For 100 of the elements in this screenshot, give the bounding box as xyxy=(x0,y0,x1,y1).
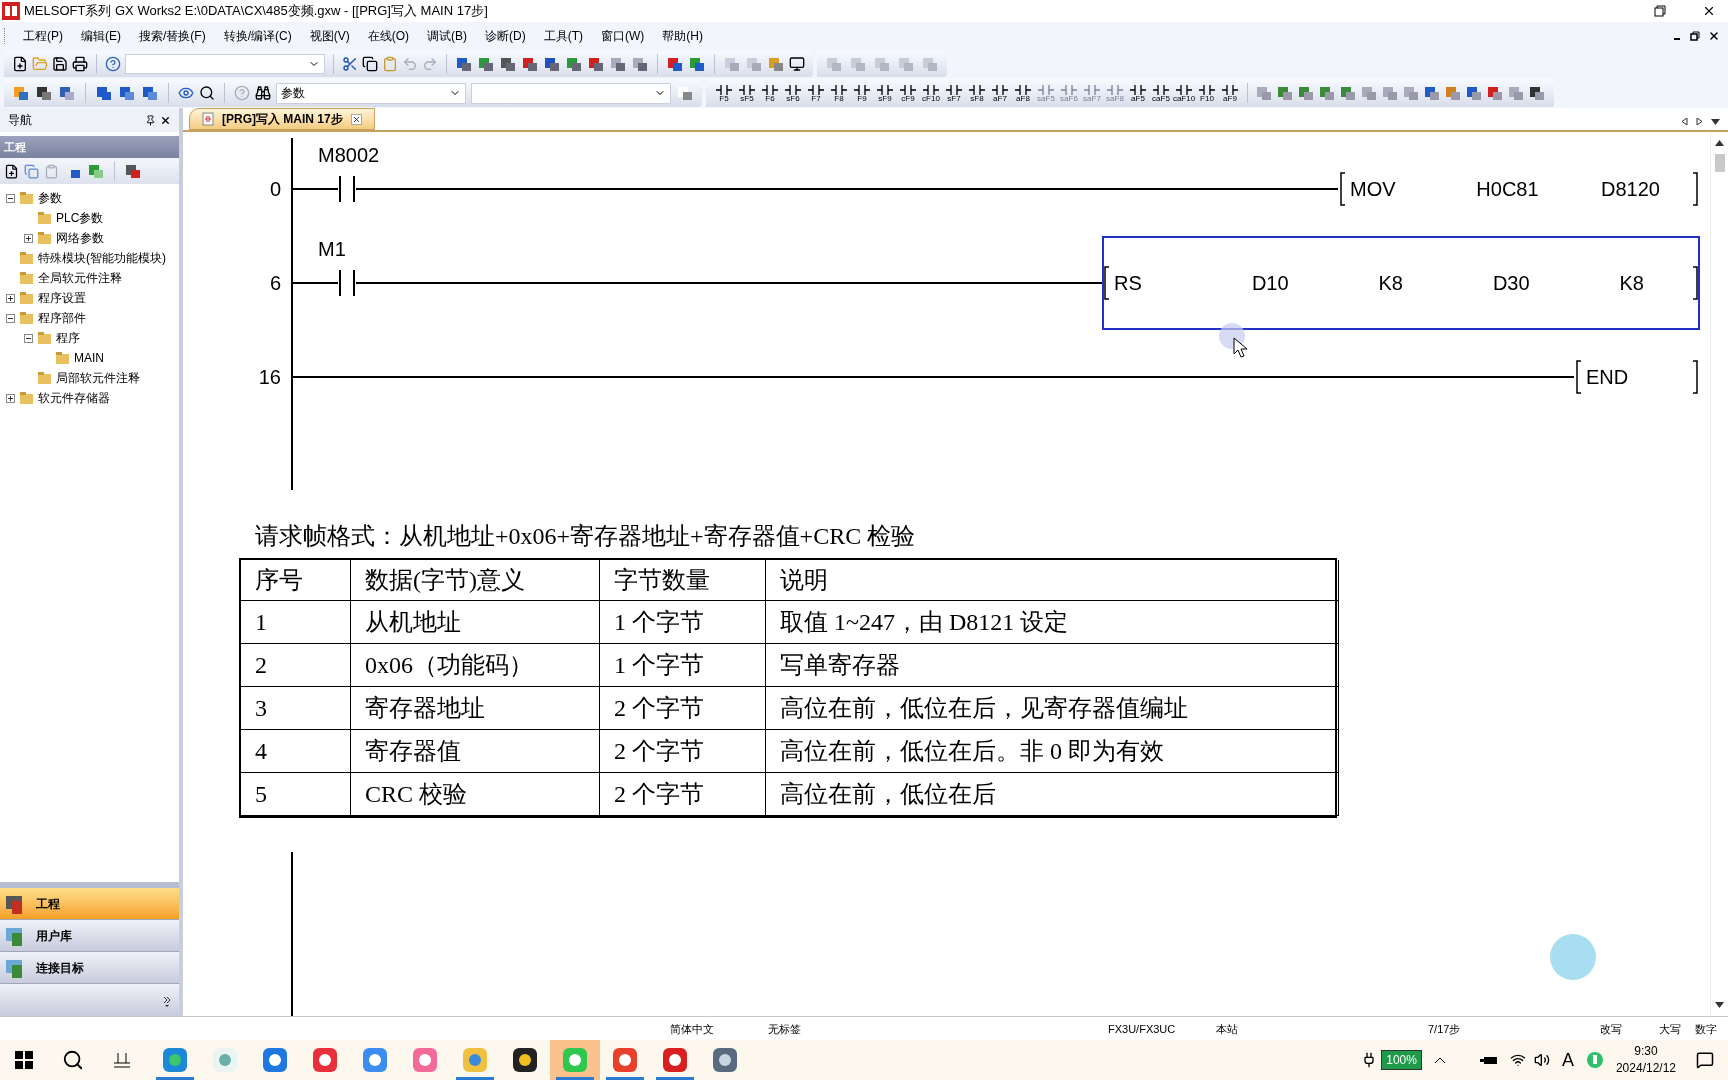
dropdown-field[interactable] xyxy=(125,54,325,74)
search-icon[interactable] xyxy=(199,85,215,101)
device-tool-icon[interactable] xyxy=(141,84,159,102)
monitor-icon[interactable] xyxy=(789,56,805,72)
wifi-icon[interactable] xyxy=(1509,1052,1526,1068)
document-tab[interactable]: [PRG]写入 MAIN 17步 xyxy=(189,108,375,130)
scroll-right-icon[interactable] xyxy=(1696,117,1703,126)
scrollbar-thumb[interactable] xyxy=(1714,154,1725,172)
dropdown-field[interactable]: 参数 xyxy=(276,82,466,104)
ladder-tool-icon[interactable] xyxy=(455,55,473,73)
instruction-block[interactable]: MOV H0C81 D8120 xyxy=(1338,142,1700,236)
tree-item[interactable]: 网络参数 xyxy=(56,229,104,247)
menu-item[interactable]: 帮助(H) xyxy=(653,27,712,45)
device-tool-icon[interactable] xyxy=(688,55,706,73)
close-icon[interactable] xyxy=(160,114,171,126)
expand-icon[interactable] xyxy=(6,293,15,303)
menu-item[interactable]: 工程(P) xyxy=(14,27,72,45)
collapse-icon[interactable] xyxy=(24,333,33,343)
tree-item[interactable]: 参数 xyxy=(38,189,62,207)
vertical-scrollbar[interactable] xyxy=(1710,132,1728,1016)
restore-icon[interactable] xyxy=(1654,5,1666,17)
scroll-down-icon[interactable] xyxy=(1715,1002,1724,1008)
chevron-up-icon[interactable] xyxy=(1433,1056,1446,1064)
tree-item[interactable]: 软元件存储器 xyxy=(38,389,110,407)
ladder-key-button[interactable]: sF5 xyxy=(737,83,757,103)
tree-item[interactable]: 程序设置 xyxy=(38,289,86,307)
pin-icon[interactable] xyxy=(145,114,156,126)
menu-item[interactable]: 诊断(D) xyxy=(476,27,535,45)
menu-item[interactable]: 窗口(W) xyxy=(592,27,654,45)
menu-item[interactable]: 搜索/替换(F) xyxy=(130,27,215,45)
dropdown-field[interactable] xyxy=(471,82,671,104)
ladder-key-button[interactable]: sF8 xyxy=(967,83,987,103)
ladder-key-button[interactable]: F10 xyxy=(1197,83,1217,103)
ladder-key-button[interactable]: caF10 xyxy=(1174,83,1194,103)
instruction-block[interactable]: END xyxy=(1574,330,1700,424)
more-icon[interactable] xyxy=(163,996,171,1008)
collapse-icon[interactable] xyxy=(6,193,15,203)
ladder-key-button[interactable]: F9 xyxy=(852,83,872,103)
search-icon[interactable] xyxy=(62,1049,84,1071)
navigation-tab[interactable]: 用户库 xyxy=(0,920,179,952)
menu-item[interactable]: 在线(O) xyxy=(358,27,418,45)
tree-item[interactable]: 特殊模块(智能功能模块) xyxy=(38,249,166,267)
volume-icon[interactable] xyxy=(1533,1052,1550,1068)
new-file-icon[interactable] xyxy=(12,56,28,72)
battery-icon[interactable] xyxy=(1479,1055,1498,1065)
close-icon[interactable] xyxy=(1708,30,1720,42)
tree-item[interactable]: 全局软元件注释 xyxy=(38,269,122,287)
ladder-tool-icon[interactable] xyxy=(565,55,583,73)
print-icon[interactable] xyxy=(72,56,88,72)
new-item-icon[interactable] xyxy=(4,163,19,179)
tree-item[interactable]: 局部软元件注释 xyxy=(56,369,140,387)
dropdown-icon[interactable] xyxy=(1711,118,1720,125)
ladder-key-button[interactable]: F6 xyxy=(760,83,780,103)
eye-icon[interactable] xyxy=(178,85,194,101)
scroll-up-icon[interactable] xyxy=(1715,140,1724,146)
ladder-tool-icon[interactable] xyxy=(477,55,495,73)
ladder-key-button[interactable]: caF5 xyxy=(1151,83,1171,103)
menu-item[interactable]: 转换/编译(C) xyxy=(214,27,301,45)
instruction-block[interactable]: RS D10 K8 D30 K8 xyxy=(1102,236,1700,330)
ladder-key-button[interactable]: aF7 xyxy=(990,83,1010,103)
ladder-key-button[interactable]: aF5 xyxy=(1128,83,1148,103)
ladder-key-button[interactable]: aF8 xyxy=(1013,83,1033,103)
help-icon[interactable] xyxy=(105,56,121,72)
ladder-tool-icon[interactable] xyxy=(1528,84,1546,102)
ladder-tool-icon[interactable] xyxy=(521,55,539,73)
ladder-key-button[interactable]: aF9 xyxy=(1220,83,1240,103)
ladder-tool-icon[interactable] xyxy=(1486,84,1504,102)
device-tool-icon[interactable] xyxy=(666,55,684,73)
tree-item[interactable]: PLC参数 xyxy=(56,209,104,227)
close-icon[interactable] xyxy=(1702,4,1716,18)
binoculars-icon[interactable] xyxy=(255,85,271,101)
save-icon[interactable] xyxy=(52,56,68,72)
ladder-key-button[interactable]: F8 xyxy=(829,83,849,103)
menu-item[interactable]: 编辑(E) xyxy=(72,27,130,45)
ladder-tool-icon[interactable] xyxy=(499,55,517,73)
tree-item[interactable]: 程序部件 xyxy=(38,309,86,327)
menu-item[interactable]: 调试(B) xyxy=(418,27,476,45)
ladder-tool-icon[interactable] xyxy=(631,55,649,73)
notification-icon[interactable] xyxy=(1696,1051,1714,1069)
menu-item[interactable]: 视图(V) xyxy=(300,27,359,45)
ladder-key-button[interactable]: sF6 xyxy=(783,83,803,103)
expand-icon[interactable] xyxy=(6,393,15,403)
task-view-icon[interactable] xyxy=(112,1051,132,1069)
navigation-tab[interactable]: 工程 xyxy=(0,888,179,920)
menu-item[interactable]: 工具(T) xyxy=(534,27,592,45)
ladder-tool-icon[interactable] xyxy=(609,55,627,73)
ladder-tool-icon[interactable] xyxy=(543,55,561,73)
windows-start-icon[interactable] xyxy=(14,1050,34,1070)
scroll-left-icon[interactable] xyxy=(1681,117,1688,126)
navigation-tab[interactable]: 连接目标 xyxy=(0,952,179,984)
input-method-indicator[interactable]: A xyxy=(1561,1046,1574,1074)
ladder-tool-icon[interactable] xyxy=(1465,84,1483,102)
collapse-icon[interactable] xyxy=(6,313,15,323)
ladder-tool-icon[interactable] xyxy=(587,55,605,73)
ladder-key-button[interactable]: cF9 xyxy=(898,83,918,103)
restore-icon[interactable] xyxy=(1690,31,1700,41)
expand-icon[interactable] xyxy=(24,233,33,243)
ladder-key-button[interactable]: F7 xyxy=(806,83,826,103)
ladder-key-button[interactable]: sF7 xyxy=(944,83,964,103)
copy-icon[interactable] xyxy=(362,56,378,72)
